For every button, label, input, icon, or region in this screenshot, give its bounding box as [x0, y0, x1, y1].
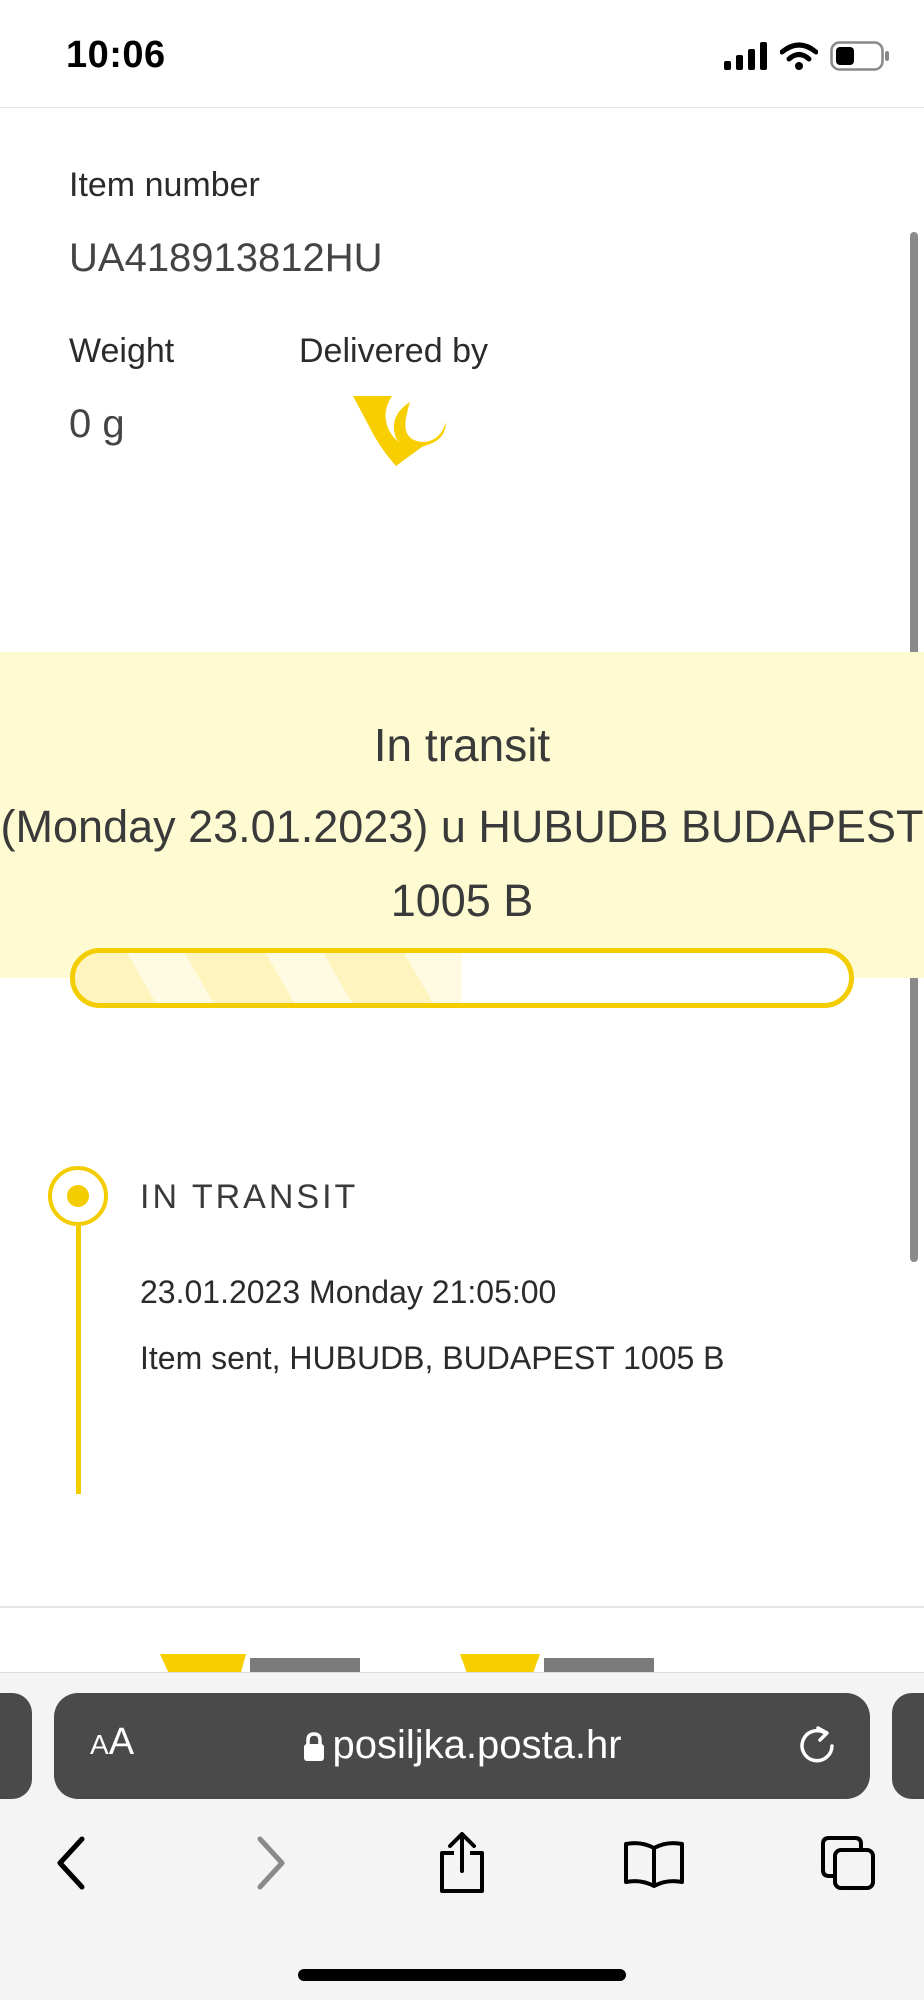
- delivered-by-label: Delivered by: [299, 332, 488, 370]
- cellular-signal-icon: [724, 42, 767, 70]
- posta-logo-icon: [353, 396, 446, 466]
- browser-nav-row: [0, 1823, 924, 1903]
- address-bar[interactable]: AA posiljka.posta.hr: [54, 1693, 870, 1799]
- delivery-progress-bar: [70, 948, 854, 1008]
- tabs-icon: [821, 1836, 875, 1890]
- timeline-event-datetime: 23.01.2023 Monday 21:05:00: [140, 1274, 557, 1310]
- status-time: 10:06: [66, 34, 166, 76]
- status-bar: 10:06: [0, 0, 924, 108]
- weight-value: 0 g: [69, 402, 125, 446]
- status-icons: [724, 40, 890, 72]
- chevron-left-icon: [57, 1836, 85, 1890]
- item-number-value: UA418913812HU: [69, 236, 383, 280]
- timeline-event-description: Item sent, HUBUDB, BUDAPEST 1005 B: [140, 1340, 725, 1376]
- share-icon: [440, 1832, 484, 1893]
- tabs-button[interactable]: [808, 1823, 888, 1903]
- share-button[interactable]: [422, 1823, 502, 1903]
- timeline-dot-icon: [48, 1166, 108, 1226]
- next-tab-preview[interactable]: [892, 1693, 924, 1799]
- progress-fill: [75, 953, 462, 1003]
- home-indicator[interactable]: [298, 1969, 626, 1981]
- browser-toolbar: AA posiljka.posta.hr: [0, 1672, 924, 2000]
- battery-icon: [830, 41, 889, 71]
- book-icon: [624, 1841, 684, 1888]
- status-detail-line2: 1005 B: [390, 875, 534, 926]
- url-text: posiljka.posta.hr: [332, 1723, 622, 1767]
- url-display[interactable]: posiljka.posta.hr: [54, 1723, 870, 1768]
- band-wave-edge: [0, 654, 924, 672]
- timeline-event-title: IN TRANSIT: [140, 1178, 359, 1216]
- wifi-icon: [780, 42, 818, 70]
- forward-button[interactable]: [230, 1823, 310, 1903]
- timeline-line: [76, 1222, 81, 1494]
- chevron-right-icon: [257, 1836, 285, 1890]
- back-button[interactable]: [32, 1823, 112, 1903]
- item-number-label: Item number: [69, 166, 260, 204]
- reload-icon[interactable]: [794, 1723, 840, 1769]
- status-detail-line1: (Monday 23.01.2023) u HUBUDB BUDAPEST: [0, 801, 924, 852]
- footer-divider: [0, 1606, 924, 1608]
- shipment-status-detail: (Monday 23.01.2023) u HUBUDB BUDAPEST 10…: [0, 790, 924, 938]
- weight-label: Weight: [69, 332, 175, 370]
- shipment-status-text: In transit: [373, 719, 551, 771]
- previous-tab-preview[interactable]: [0, 1693, 32, 1799]
- lock-icon: [304, 1732, 325, 1762]
- bookmarks-button[interactable]: [614, 1823, 694, 1903]
